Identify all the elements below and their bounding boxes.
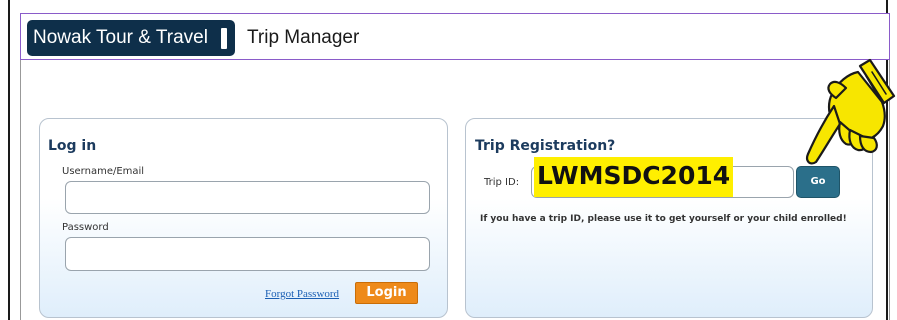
username-label: Username/Email — [62, 166, 145, 177]
trip-id-value: LWMSDC2014 — [534, 157, 734, 197]
trip-registration-title: Trip Registration? — [475, 138, 616, 154]
login-button[interactable]: Login — [355, 282, 418, 304]
trip-id-label: Trip ID: — [484, 177, 520, 188]
page-title: Trip Manager — [247, 27, 360, 48]
app-header: Nowak Tour & Travel Trip Manager — [20, 13, 890, 60]
password-label: Password — [62, 222, 109, 233]
content-left-border — [20, 60, 21, 320]
username-field[interactable] — [65, 181, 430, 214]
brand-logo[interactable]: Nowak Tour & Travel — [27, 20, 235, 56]
brand-name: Nowak Tour & Travel — [33, 27, 208, 48]
pointing-hand-icon — [806, 58, 896, 165]
login-title: Log in — [48, 138, 97, 154]
brand-bar-icon — [221, 28, 227, 49]
window-left-edge — [8, 0, 10, 320]
password-field[interactable] — [65, 237, 430, 271]
forgot-password-link[interactable]: Forgot Password — [265, 288, 339, 300]
trip-info-text: If you have a trip ID, please use it to … — [480, 214, 847, 224]
